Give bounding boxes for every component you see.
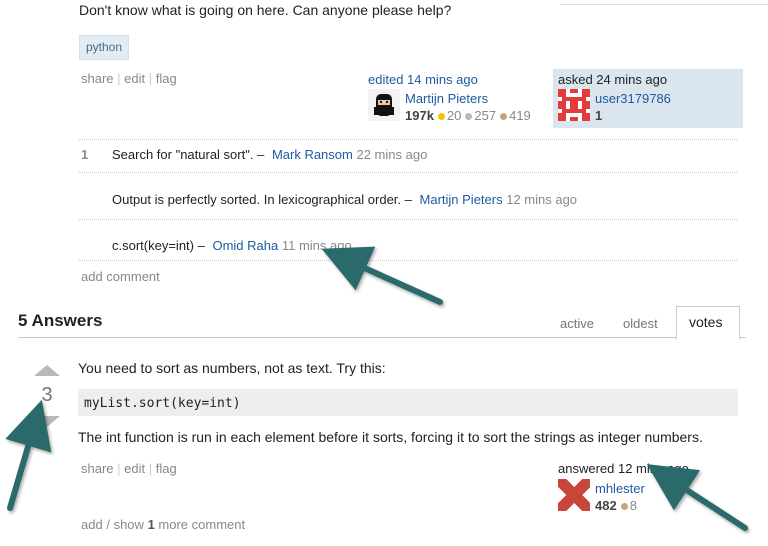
rep-score: 482 <box>595 498 617 513</box>
edit-link[interactable]: edit <box>124 461 145 476</box>
asked-time: asked 24 mins ago <box>558 72 668 87</box>
edited-time-link[interactable]: edited 14 mins ago <box>368 72 478 87</box>
comment-user-link[interactable]: Omid Raha <box>212 238 278 253</box>
comment-text: Output is perfectly sorted. In lexicogra… <box>112 192 577 207</box>
comment-body: Search for "natural sort". – <box>112 147 265 162</box>
more-count: 1 <box>147 517 155 532</box>
menu-separator: | <box>148 461 153 476</box>
comment-divider <box>79 219 737 220</box>
comment-divider <box>79 260 737 261</box>
comment-actions: add / show 1 more comment <box>81 517 245 532</box>
arrow-to-answerer <box>646 464 748 531</box>
answer-text: You need to sort as numbers, not as text… <box>78 360 386 376</box>
comment-body: c.sort(key=int) – <box>112 238 205 253</box>
comment-score: 1 <box>81 147 89 162</box>
upvote-arrow-icon[interactable] <box>34 365 60 376</box>
identicon-icon <box>558 479 590 511</box>
share-link[interactable]: share <box>81 461 114 476</box>
question-menu: share | edit | flag <box>81 71 177 86</box>
code-text: myList.sort(key=int) <box>84 396 241 411</box>
comment-time: 12 mins ago <box>506 192 578 207</box>
flag-link[interactable]: flag <box>156 461 177 476</box>
answerer-username[interactable]: mhlester <box>595 481 645 496</box>
ninja-avatar-icon <box>368 89 400 121</box>
answers-header-rule <box>18 337 746 338</box>
silver-badge-icon <box>465 112 473 120</box>
comment-time: 11 mins ago <box>281 238 352 253</box>
menu-separator: | <box>117 71 121 86</box>
gold-count: 20 <box>446 108 462 123</box>
flag-link[interactable]: flag <box>156 71 177 86</box>
more-comment-label: more comment <box>158 517 246 532</box>
downvote-arrow-icon[interactable] <box>34 416 60 427</box>
answer-text: The int function is run in each element … <box>78 429 703 445</box>
gold-badge-icon <box>437 112 445 120</box>
vote-count: 3 <box>41 384 53 406</box>
menu-separator: | <box>117 461 121 476</box>
tag-python[interactable]: python <box>79 35 130 60</box>
arrow-to-comment <box>321 246 443 305</box>
edit-link[interactable]: edit <box>124 71 145 86</box>
comment-body: Output is perfectly sorted. In lexicogra… <box>112 192 412 207</box>
editor-username[interactable]: Martijn Pieters <box>405 91 488 106</box>
comment-time: 22 mins ago <box>356 147 428 162</box>
comment-divider <box>79 139 737 140</box>
comment-text: Search for "natural sort". – Mark Ransom… <box>112 147 427 162</box>
editor-reputation: 197k 20 257 419 <box>405 108 531 123</box>
answered-time: answered 12 mins ago <box>558 461 689 476</box>
asker-reputation: 1 <box>595 108 603 123</box>
add-comment-link[interactable]: add comment <box>81 269 160 284</box>
comment-user-link[interactable]: Mark Ransom <box>272 147 353 162</box>
top-border <box>560 4 768 5</box>
tab-active[interactable]: active <box>560 316 594 331</box>
asker-username[interactable]: user3179786 <box>595 91 671 106</box>
answerer-reputation: 482 8 <box>595 498 637 513</box>
bronze-badge-icon <box>500 112 508 120</box>
avatar[interactable] <box>558 479 590 511</box>
silver-count: 257 <box>474 108 497 123</box>
show-more-comments-link[interactable]: show 1 more comment <box>114 517 246 532</box>
link-separator: / <box>106 517 110 532</box>
question-body-text: Don't know what is going on here. Can an… <box>79 2 452 18</box>
tab-oldest[interactable]: oldest <box>623 316 658 331</box>
comment-user-link[interactable]: Martijn Pieters <box>420 192 503 207</box>
menu-separator: | <box>148 71 153 86</box>
answer-menu: share | edit | flag <box>81 461 177 476</box>
avatar[interactable] <box>558 89 590 121</box>
comment-divider <box>79 172 737 173</box>
rep-score: 197k <box>405 108 434 123</box>
bronze-count: 419 <box>509 108 531 123</box>
bronze-count: 8 <box>629 498 637 513</box>
avatar[interactable] <box>368 89 400 121</box>
add-comment-link[interactable]: add <box>81 517 103 532</box>
identicon-icon <box>558 89 590 121</box>
comment-text: c.sort(key=int) – Omid Raha 11 mins ago <box>112 238 352 253</box>
answers-count-heading: 5 Answers <box>18 311 103 330</box>
tab-votes-label: votes <box>689 314 723 330</box>
share-link[interactable]: share <box>81 71 114 86</box>
bronze-badge-icon <box>620 502 628 510</box>
show-label: show <box>113 517 144 532</box>
arrow-to-votes <box>5 399 52 511</box>
